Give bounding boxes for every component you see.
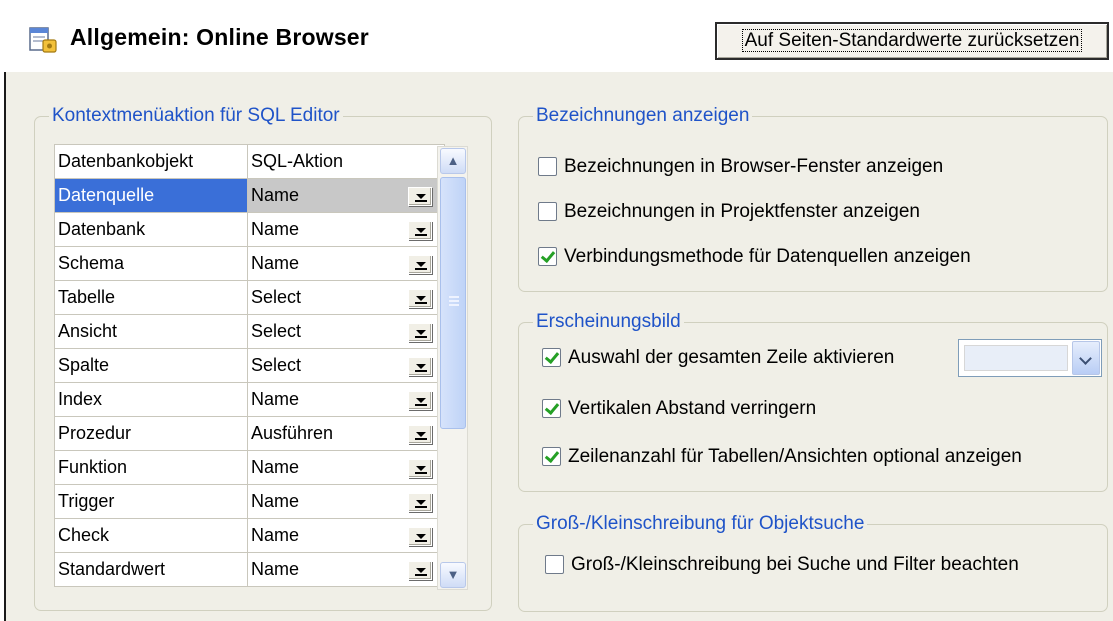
table-row[interactable]: Datenquelle Name (54, 178, 445, 213)
dropdown-arrow-icon[interactable] (408, 323, 432, 342)
table-row[interactable]: Datenbank Name (54, 212, 445, 247)
action-value: Name (251, 457, 300, 477)
dropdown-arrow-icon[interactable] (408, 391, 432, 410)
checkbox-label: Zeilenanzahl für Tabellen/Ansichten opti… (568, 446, 1022, 467)
object-cell[interactable]: Ansicht (54, 314, 248, 349)
table-row[interactable]: Spalte Select (54, 348, 445, 383)
dropdown-arrow-icon[interactable] (408, 561, 432, 580)
table-row[interactable]: Prozedur Ausführen (54, 416, 445, 451)
object-cell[interactable]: Spalte (54, 348, 248, 383)
action-cell[interactable]: Name (247, 246, 445, 281)
action-value: Select (251, 287, 302, 307)
object-cell[interactable]: Schema (54, 246, 248, 281)
action-cell[interactable]: Name (247, 382, 445, 417)
table-row[interactable]: Ansicht Select (54, 314, 445, 349)
row-color-select[interactable] (958, 339, 1102, 377)
action-value: Name (251, 253, 300, 273)
labels-group-legend: Bezeichnungen anzeigen (533, 105, 753, 127)
table-row[interactable]: Check Name (54, 518, 445, 553)
object-cell[interactable]: Datenquelle (54, 178, 248, 213)
page-settings-icon (29, 27, 57, 53)
action-value: Name (251, 185, 300, 205)
dropdown-arrow-icon[interactable] (408, 187, 432, 206)
table-row[interactable]: Funktion Name (54, 450, 445, 485)
checkbox-label: Verbindungsmethode für Datenquellen anze… (564, 246, 971, 267)
table-header-row: Datenbankobjekt SQL-Aktion (54, 144, 445, 179)
dropdown-arrow-icon[interactable] (408, 289, 432, 308)
appearance-group-legend: Erscheinungsbild (533, 311, 684, 333)
action-cell[interactable]: Select (247, 314, 445, 349)
action-value: Name (251, 559, 300, 579)
sql-action-table: Datenbankobjekt SQL-Aktion Datenquelle Na… (54, 144, 445, 587)
checkbox-label: Groß-/Kleinschreibung bei Suche und Filt… (571, 554, 1019, 575)
page-title: Allgemein: Online Browser (70, 24, 369, 50)
table-row[interactable]: Tabelle Select (54, 280, 445, 315)
action-value: Name (251, 491, 300, 511)
table-row[interactable]: Schema Name (54, 246, 445, 281)
table-row[interactable]: Trigger Name (54, 484, 445, 519)
dropdown-arrow-icon[interactable] (408, 221, 432, 240)
reset-defaults-button[interactable]: Auf Seiten-Standardwerte zurücksetzen (715, 22, 1109, 60)
action-value: Name (251, 219, 300, 239)
object-cell[interactable]: Datenbank (54, 212, 248, 247)
action-value: Ausführen (251, 423, 334, 443)
object-cell[interactable]: Funktion (54, 450, 248, 485)
object-cell[interactable]: Trigger (54, 484, 248, 519)
sql-editor-group-legend: Kontextmenüaktion für SQL Editor (49, 105, 343, 127)
action-cell[interactable]: Name (247, 450, 445, 485)
action-cell[interactable]: Select (247, 348, 445, 383)
checkbox-icon[interactable] (545, 555, 564, 574)
checkbox-icon[interactable] (538, 202, 557, 221)
checkbox-label: Auswahl der gesamten Zeile aktivieren (568, 347, 895, 368)
action-cell[interactable]: Ausführen (247, 416, 445, 451)
checkbox-label: Vertikalen Abstand verringern (568, 398, 817, 419)
action-cell[interactable]: Select (247, 280, 445, 315)
checkbox-checked-icon[interactable] (538, 247, 557, 266)
dropdown-arrow-icon[interactable] (408, 527, 432, 546)
checkbox-icon[interactable] (538, 157, 557, 176)
action-value: Select (251, 355, 302, 375)
dropdown-arrow-icon[interactable] (408, 357, 432, 376)
action-value: Name (251, 525, 300, 545)
action-value: Select (251, 321, 302, 341)
action-cell[interactable]: Name (247, 518, 445, 553)
checkbox-label: Bezeichnungen in Projektfenster anzeigen (564, 201, 920, 222)
object-cell[interactable]: Tabelle (54, 280, 248, 315)
reset-defaults-label: Auf Seiten-Standardwerte zurücksetzen (741, 29, 1083, 52)
sql-action-grid: Datenbankobjekt SQL-Aktion Datenquelle Na… (54, 144, 474, 592)
chevron-down-icon[interactable] (1072, 341, 1100, 375)
dropdown-arrow-icon[interactable] (408, 459, 432, 478)
scroll-thumb[interactable] (440, 177, 466, 429)
checkbox-checked-icon[interactable] (542, 447, 561, 466)
checkbox-label: Bezeichnungen in Browser-Fenster anzeige… (564, 156, 944, 177)
action-cell[interactable]: Name (247, 484, 445, 519)
scroll-grip-icon (449, 296, 459, 306)
column-header-action: SQL-Aktion (247, 144, 445, 179)
dropdown-arrow-icon[interactable] (408, 255, 432, 274)
object-cell[interactable]: Check (54, 518, 248, 553)
page-header: Allgemein: Online Browser Auf Seiten-Sta… (0, 0, 1113, 72)
row-color-swatch (964, 345, 1068, 371)
dropdown-arrow-icon[interactable] (408, 493, 432, 512)
object-cell[interactable]: Index (54, 382, 248, 417)
table-row[interactable]: Index Name (54, 382, 445, 417)
checkbox-checked-icon[interactable] (542, 399, 561, 418)
object-cell[interactable]: Prozedur (54, 416, 248, 451)
action-cell[interactable]: Name (247, 212, 445, 247)
action-cell[interactable]: Name (247, 178, 445, 213)
scroll-up-icon[interactable]: ▲ (440, 148, 466, 174)
case-sensitivity-group-legend: Groß-/Kleinschreibung für Objektsuche (533, 513, 868, 535)
column-header-object: Datenbankobjekt (54, 144, 248, 179)
object-cell[interactable]: Standardwert (54, 552, 248, 587)
table-row[interactable]: Standardwert Name (54, 552, 445, 587)
scroll-down-icon[interactable]: ▼ (440, 562, 466, 588)
action-cell[interactable]: Name (247, 552, 445, 587)
checkbox-checked-icon[interactable] (542, 348, 561, 367)
grid-scrollbar[interactable]: ▲ ▼ (437, 146, 468, 590)
dropdown-arrow-icon[interactable] (408, 425, 432, 444)
action-value: Name (251, 389, 300, 409)
